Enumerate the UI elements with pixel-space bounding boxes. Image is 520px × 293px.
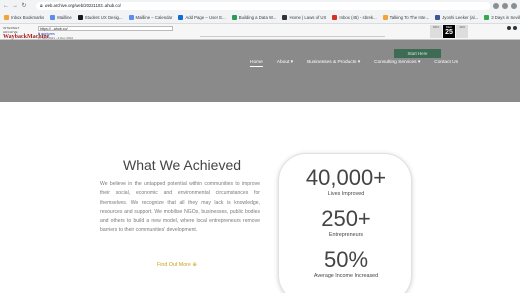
- bookmark-item[interactable]: Jyoshi Leeker (al...: [435, 14, 479, 20]
- bookmark-favicon-icon: [50, 14, 56, 20]
- bookmark-label: Mailline: [57, 14, 72, 20]
- bookmark-label: Jyoshi Leeker (al...: [442, 14, 479, 20]
- start-here-button[interactable]: Start Here: [394, 49, 441, 58]
- stat-value: 250+: [321, 206, 371, 231]
- stat-label: Lives Improved: [327, 191, 365, 197]
- nav-item[interactable]: Contact Us: [434, 60, 458, 65]
- bookmark-favicon-icon: [231, 14, 237, 20]
- stat-label: Entrepreneurs: [328, 232, 364, 238]
- nav-item[interactable]: Businesses & Products ▾: [307, 60, 360, 65]
- wayback-toolbar: INTERNET ARCHIVE WaybackMachine https://…: [0, 24, 520, 40]
- bookmark-favicon-icon: [332, 14, 338, 20]
- bookmark-item[interactable]: Mailline – Calendar: [128, 14, 173, 20]
- bookmark-item[interactable]: Inbox (45) - sbrek...: [332, 14, 377, 20]
- wayback-help-icon[interactable]: [507, 26, 511, 30]
- stat-value: 50%: [323, 247, 369, 272]
- nav-item[interactable]: Consulting Services ▾: [374, 60, 420, 65]
- page: ← → ↻ 🔒︎ web.archive.org/web/20221103..a…: [0, 0, 520, 293]
- bookmark-item[interactable]: 3 Days in Seville...: [484, 14, 520, 20]
- bookmark-item[interactable]: Mailline: [50, 14, 72, 20]
- wayback-url-input[interactable]: https://...ahub.co/: [38, 26, 173, 31]
- wayback-next-month[interactable]: JAN: [456, 25, 468, 38]
- bookmark-label: Building a Data W...: [238, 14, 277, 20]
- back-arrow-icon[interactable]: ←: [3, 2, 9, 10]
- stat-label: Average Income Increased: [313, 273, 379, 279]
- bookmark-item[interactable]: Talking To The Inte...: [382, 14, 430, 20]
- bookmark-favicon-icon: [128, 14, 134, 20]
- stat-value: 40,000+: [305, 165, 387, 190]
- bookmark-label: 3 Days in Seville...: [491, 14, 520, 20]
- bookmark-item[interactable]: Student UX Desig...: [77, 14, 123, 20]
- wayback-logo[interactable]: INTERNET ARCHIVE WaybackMachine: [3, 26, 49, 40]
- bookmark-favicon-icon: [282, 14, 288, 20]
- section-description: We believe in the untapped potential wit…: [100, 181, 260, 234]
- main-nav: Home About ▾ Businesses & Products ▾ Consul…: [250, 60, 458, 67]
- bookmark-favicon-icon: [178, 14, 184, 20]
- wayback-sparkline[interactable]: [200, 29, 385, 37]
- bookmark-favicon-icon: [484, 14, 490, 20]
- bookmark-label: Add Page – User E...: [185, 14, 226, 20]
- wayback-current-capture: DEC 25: [443, 25, 455, 38]
- bookmark-favicon-icon: [4, 14, 9, 20]
- bookmark-item[interactable]: Home | Laws of UX: [282, 14, 327, 20]
- browser-toolbar: ← → ↻ 🔒︎ web.archive.org/web/20221103..a…: [0, 0, 520, 11]
- stat-lives: 40,000+ Lives Improved: [279, 166, 413, 198]
- address-url: web.archive.org/web/20221103..ahub.co/: [44, 3, 121, 8]
- bookmark-label: Inbox Bookmarks: [11, 14, 45, 20]
- hero-banner: [0, 40, 520, 102]
- nav-item[interactable]: Home: [250, 60, 263, 67]
- bookmark-label: Inbox (45) - sbrek...: [339, 14, 377, 20]
- address-bar[interactable]: 🔒︎ web.archive.org/web/20221103..ahub.co…: [36, 1, 490, 10]
- stat-income: 50% Average Income Increased: [279, 248, 413, 280]
- lock-icon: 🔒︎: [40, 2, 43, 9]
- profile-avatar-icon[interactable]: [502, 2, 508, 9]
- bookmarks-bar: Inbox Bookmarks Mailline Student UX Desig.…: [0, 11, 520, 24]
- extension-icon[interactable]: [493, 2, 499, 9]
- bookmark-label: Mailline – Calendar: [135, 14, 173, 20]
- menu-dots-icon[interactable]: [511, 2, 517, 9]
- find-out-more-link[interactable]: Find Out More ⊕: [157, 262, 197, 268]
- stat-entrepreneurs: 250+ Entrepreneurs: [279, 207, 413, 239]
- nav-item[interactable]: About ▾: [277, 60, 293, 65]
- forward-arrow-icon[interactable]: →: [12, 2, 18, 10]
- bookmark-item[interactable]: Add Page – User E...: [178, 14, 226, 20]
- bookmark-favicon-icon: [435, 14, 441, 20]
- bookmark-label: Home | Laws of UX: [289, 14, 327, 20]
- wayback-prev-month[interactable]: NOV: [430, 25, 442, 38]
- bookmark-item[interactable]: Inbox Bookmarks: [4, 14, 45, 20]
- bookmark-label: Talking To The Inte...: [389, 14, 430, 20]
- bookmark-favicon-icon: [77, 14, 83, 20]
- wayback-close-icon[interactable]: [513, 26, 517, 30]
- stats-card: 40,000+ Lives Improved 250+ Entrepreneur…: [278, 153, 412, 293]
- bookmark-label: Student UX Desig...: [84, 14, 123, 20]
- section-title: What We Achieved: [123, 157, 242, 173]
- bookmark-favicon-icon: [382, 14, 388, 20]
- wayback-calendar: NOV DEC 25 JAN: [430, 25, 468, 38]
- bookmark-item[interactable]: Building a Data W...: [231, 14, 277, 20]
- reload-icon[interactable]: ↻: [21, 2, 27, 10]
